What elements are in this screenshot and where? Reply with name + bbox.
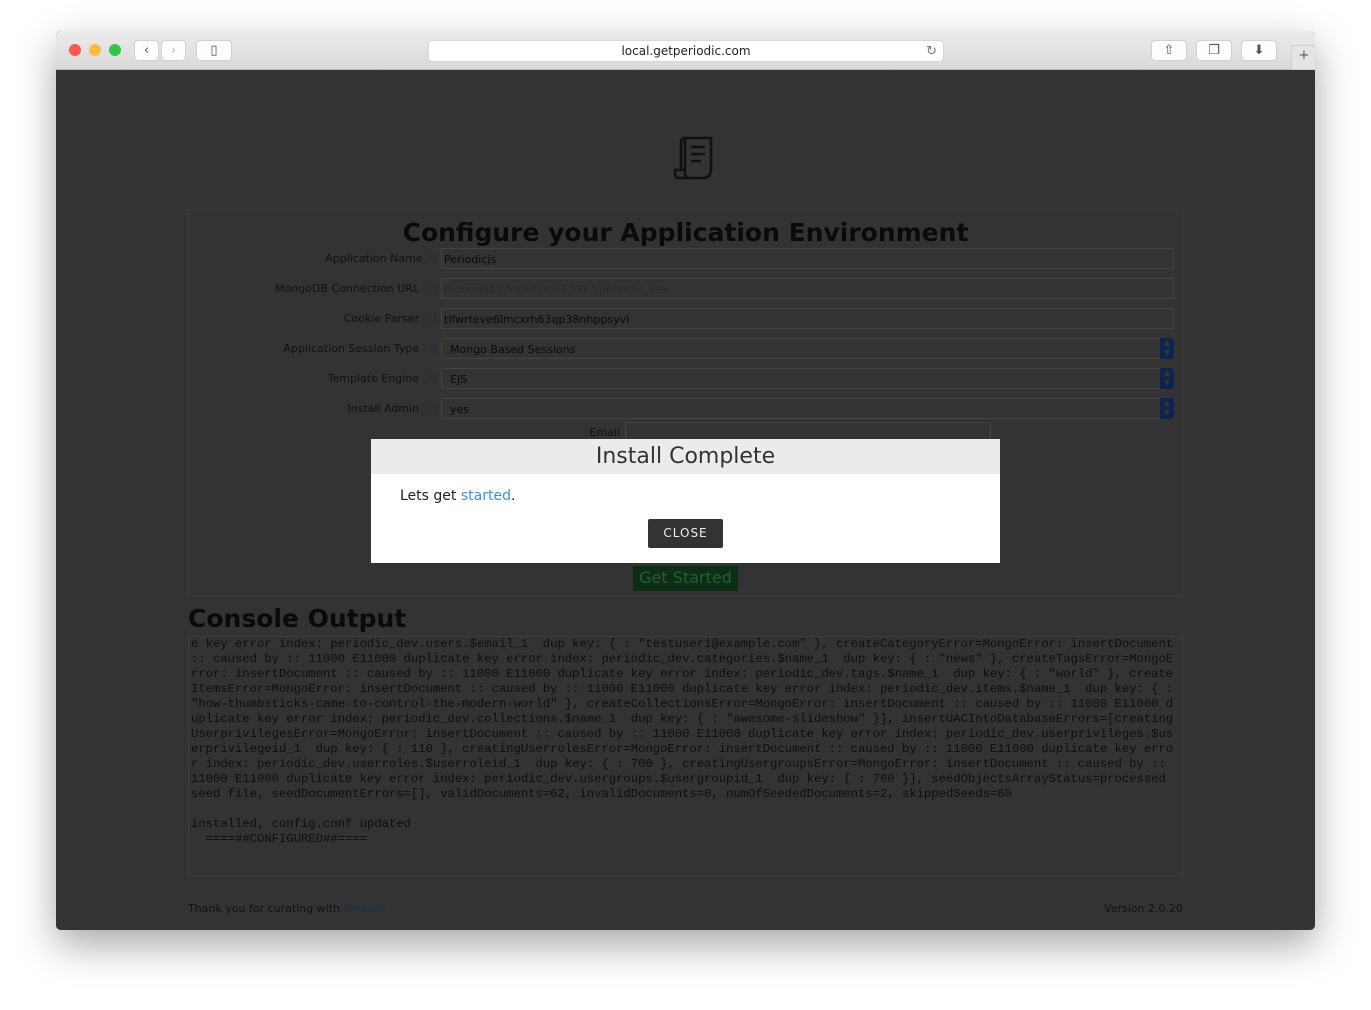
select-arrows-icon: ▲ ▼ (1160, 368, 1174, 389)
form-row: Application Session Type [?] Mongo Based… (189, 338, 1182, 360)
version-label: Version 2.0.20 (1104, 902, 1183, 915)
help-link[interactable]: [?] (423, 342, 437, 355)
field-input[interactable]: mongodb://localhost:27017/periodic_dev (441, 278, 1174, 299)
form-row: Application Name[?] Periodicjs (189, 248, 1182, 270)
url-text: local.getperiodic.com (621, 44, 751, 58)
plus-icon: + (1298, 48, 1310, 63)
periodic-logo-icon (673, 136, 713, 180)
share-icon: ⇧ (1163, 43, 1175, 58)
started-link[interactable]: started (461, 488, 511, 504)
share-button[interactable]: ⇧ (1151, 40, 1187, 61)
field-value: Periodicjs (444, 253, 497, 266)
page-content: Configure your Application Environment A… (56, 70, 1315, 930)
sidebar-icon: ▯ (210, 43, 218, 58)
field-label-text: Cookie Parser (343, 312, 423, 325)
zoom-window-button[interactable] (109, 44, 121, 56)
footer-text: Thank you for curating with (188, 902, 344, 915)
field-label-text: Template Engine (327, 372, 423, 385)
field-select[interactable]: EJS ▲ ▼ (441, 368, 1174, 389)
form-row: MongoDB Connection URL [?] mongodb://loc… (189, 278, 1182, 300)
forward-button[interactable]: › (161, 40, 186, 61)
periodic-link[interactable]: Periodic (344, 902, 387, 915)
field-input[interactable]: Periodicjs (441, 248, 1174, 269)
form-row: Cookie Parser [?] tlfwrteve6lmcxrh63qp38… (189, 308, 1182, 330)
field-value: tlfwrteve6lmcxrh63qp38nhppsyvi (444, 313, 630, 326)
email-label: Email (589, 426, 620, 439)
help-link[interactable]: [?] (423, 252, 437, 265)
modal-body: Lets get started. (371, 474, 1000, 518)
select-arrows-icon: ▲ ▼ (1160, 398, 1174, 419)
modal-text: Lets get (400, 488, 461, 504)
download-icon: ⬇ (1253, 43, 1265, 58)
back-button[interactable]: ‹ (134, 40, 159, 61)
browser-window: ‹ › ▯ local.getperiodic.com ↻ ⇧ ❐ ⬇ + Con… (56, 31, 1315, 930)
field-label-text: MongoDB Connection URL (275, 282, 423, 295)
minimize-window-button[interactable] (89, 44, 101, 56)
install-complete-modal: Install Complete Lets get started. CLOSE (371, 439, 1000, 563)
console-title: Console Output (188, 604, 407, 633)
field-label: Application Name[?] (325, 252, 437, 265)
field-value: EJS (450, 373, 468, 386)
field-input[interactable]: tlfwrteve6lmcxrh63qp38nhppsyvi (441, 308, 1174, 329)
form-row: Template Engine [?] EJS ▲ ▼ (189, 368, 1182, 390)
field-select[interactable]: yes ▲ ▼ (441, 398, 1174, 419)
field-select[interactable]: Mongo Based Sessions ▲ ▼ (441, 338, 1174, 359)
tabs-button[interactable]: ❐ (1196, 40, 1232, 61)
field-label-text: Application Name (325, 252, 423, 265)
chevron-left-icon: ‹ (143, 43, 150, 58)
get-started-button[interactable]: Get Started (633, 566, 738, 591)
help-link[interactable]: [?] (423, 282, 437, 295)
field-label: Install Admin [?] (347, 402, 437, 415)
field-value: yes (450, 403, 470, 416)
field-label: MongoDB Connection URL [?] (275, 282, 437, 295)
field-label: Template Engine [?] (328, 372, 437, 385)
field-value: mongodb://localhost:27017/periodic_dev (444, 283, 669, 296)
new-tab-button[interactable]: + (1291, 45, 1315, 70)
sidebar-button[interactable]: ▯ (196, 40, 232, 61)
reload-icon[interactable]: ↻ (926, 41, 937, 62)
footer-thanks: Thank you for curating with Periodic (188, 902, 387, 915)
field-label-text: Application Session Type (283, 342, 423, 355)
field-label-text: Install Admin (347, 402, 423, 415)
form-row: Install Admin [?] yes ▲ ▼ (189, 398, 1182, 420)
close-window-button[interactable] (69, 44, 81, 56)
select-arrows-icon: ▲ ▼ (1160, 338, 1174, 359)
tabs-icon: ❐ (1208, 43, 1220, 58)
downloads-button[interactable]: ⬇ (1241, 40, 1277, 61)
form-title: Configure your Application Environment (402, 218, 969, 247)
chevron-right-icon: › (170, 43, 177, 58)
modal-title: Install Complete (371, 439, 1000, 474)
field-label: Cookie Parser [?] (344, 312, 437, 325)
console-output: e key error index: periodic_dev.users.$e… (188, 636, 1183, 876)
modal-text-end: . (510, 488, 516, 504)
help-link[interactable]: [?] (423, 312, 437, 325)
field-label: Application Session Type [?] (283, 342, 437, 355)
browser-toolbar: ‹ › ▯ local.getperiodic.com ↻ ⇧ ❐ ⬇ + (56, 31, 1315, 70)
help-link[interactable]: [?] (423, 372, 437, 385)
close-button[interactable]: CLOSE (648, 519, 723, 548)
help-link[interactable]: [?] (423, 402, 437, 415)
address-bar[interactable]: local.getperiodic.com ↻ (428, 40, 944, 62)
field-value: Mongo Based Sessions (450, 343, 576, 356)
